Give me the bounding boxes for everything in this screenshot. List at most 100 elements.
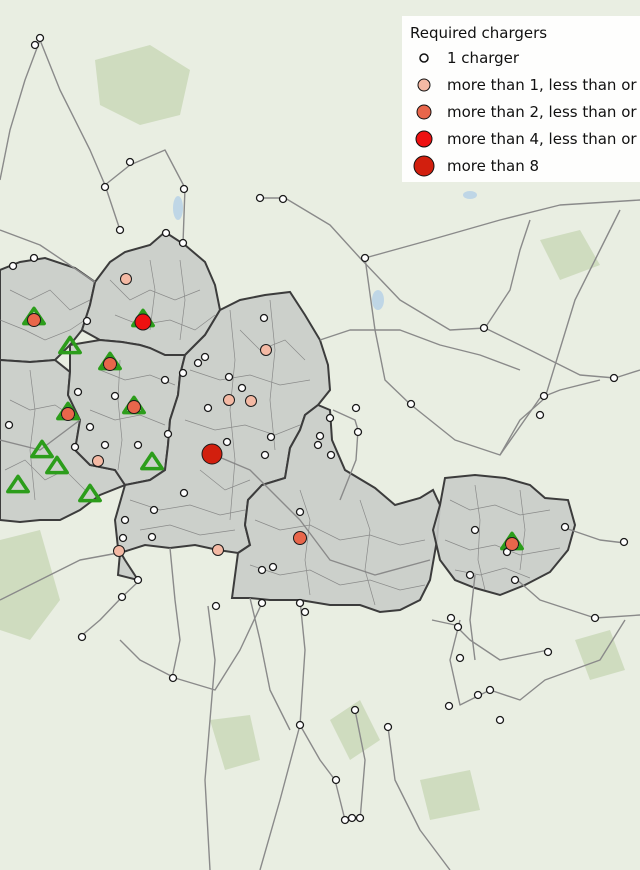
charger-marker[interactable] [179, 184, 189, 194]
charger-marker[interactable] [125, 157, 135, 167]
charger-marker[interactable] [350, 705, 360, 715]
charger-marker[interactable] [257, 565, 267, 575]
charger-marker[interactable] [70, 442, 80, 452]
charger-marker[interactable] [82, 316, 92, 326]
charger-marker[interactable] [479, 323, 489, 333]
charger-marker[interactable] [120, 273, 132, 285]
charger-marker[interactable] [103, 357, 117, 371]
charger-marker[interactable] [257, 598, 267, 608]
charger-marker[interactable] [326, 450, 336, 460]
charger-marker[interactable] [149, 505, 159, 515]
charger-marker[interactable] [260, 450, 270, 460]
charger-marker[interactable] [609, 373, 619, 383]
charger-marker[interactable] [160, 375, 170, 385]
charger-marker[interactable] [127, 400, 141, 414]
charger-marker[interactable] [193, 358, 203, 368]
charger-marker[interactable] [485, 685, 495, 695]
charger-marker[interactable] [406, 399, 416, 409]
charger-marker[interactable] [331, 775, 341, 785]
charger-marker[interactable] [293, 531, 307, 545]
charger-marker[interactable] [113, 545, 125, 557]
charger-marker[interactable] [117, 592, 127, 602]
charger-marker[interactable] [115, 225, 125, 235]
charger-marker[interactable] [179, 488, 189, 498]
charger-marker[interactable] [178, 238, 188, 248]
charger-marker[interactable] [120, 515, 130, 525]
charger-marker[interactable] [260, 344, 272, 356]
charger-marker[interactable] [223, 394, 235, 406]
charger-marker[interactable] [619, 537, 629, 547]
charger-marker[interactable] [178, 368, 188, 378]
charger-marker[interactable] [355, 813, 365, 823]
charger-marker[interactable] [278, 194, 288, 204]
charger-marker[interactable] [505, 537, 519, 551]
charger-marker[interactable] [347, 813, 357, 823]
charger-marker[interactable] [473, 690, 483, 700]
charger-marker[interactable] [110, 391, 120, 401]
charger-marker[interactable] [8, 261, 18, 271]
charger-marker[interactable] [133, 575, 143, 585]
charger-marker[interactable] [444, 701, 454, 711]
map-view[interactable]: Required chargers 1 charger more than 1,… [0, 0, 640, 870]
charger-marker[interactable] [77, 632, 87, 642]
charger-marker[interactable] [211, 601, 221, 611]
charger-marker[interactable] [100, 182, 110, 192]
charger-marker[interactable] [224, 372, 234, 382]
charger-marker[interactable] [470, 525, 480, 535]
charger-marker[interactable] [453, 622, 463, 632]
legend-panel: Required chargers 1 charger more than 1,… [402, 16, 640, 182]
charger-marker[interactable] [295, 507, 305, 517]
charger-marker[interactable] [560, 522, 570, 532]
charger-marker[interactable] [118, 533, 128, 543]
charger-marker[interactable] [383, 722, 393, 732]
charger-marker[interactable] [455, 653, 465, 663]
charger-marker[interactable] [73, 387, 83, 397]
charger-marker[interactable] [203, 403, 213, 413]
charger-marker[interactable] [27, 313, 41, 327]
charger-marker[interactable] [30, 40, 40, 50]
charger-marker[interactable] [245, 395, 257, 407]
charger-marker[interactable] [446, 613, 456, 623]
charger-marker[interactable] [315, 431, 325, 441]
charger-marker[interactable] [535, 410, 545, 420]
charger-marker[interactable] [300, 607, 310, 617]
charger-marker[interactable] [61, 407, 75, 421]
charger-marker[interactable] [295, 598, 305, 608]
charger-marker[interactable] [360, 253, 370, 263]
charger-marker[interactable] [100, 440, 110, 450]
charger-marker[interactable] [134, 313, 152, 331]
charger-marker[interactable] [510, 575, 520, 585]
charger-marker[interactable] [340, 815, 350, 825]
charger-marker[interactable] [351, 403, 361, 413]
charger-marker[interactable] [163, 429, 173, 439]
charger-marker[interactable] [590, 613, 600, 623]
charger-marker[interactable] [147, 532, 157, 542]
charger-marker[interactable] [495, 715, 505, 725]
charger-marker[interactable] [543, 647, 553, 657]
charger-marker[interactable] [92, 455, 104, 467]
charger-marker[interactable] [295, 720, 305, 730]
charger-marker[interactable] [4, 420, 14, 430]
charger-marker[interactable] [35, 33, 45, 43]
charger-marker[interactable] [353, 427, 363, 437]
charger-marker[interactable] [29, 253, 39, 263]
charger-marker[interactable] [212, 544, 224, 556]
charger-marker[interactable] [539, 391, 549, 401]
charger-marker[interactable] [85, 422, 95, 432]
charger-marker[interactable] [259, 313, 269, 323]
charger-marker[interactable] [325, 413, 335, 423]
charger-marker[interactable] [200, 352, 210, 362]
charger-marker[interactable] [222, 437, 232, 447]
charger-marker[interactable] [201, 443, 223, 465]
charger-marker[interactable] [168, 673, 178, 683]
legend-item-1-to-2: more than 1, less than or equal to 2 [410, 73, 640, 100]
charger-marker[interactable] [266, 432, 276, 442]
charger-marker[interactable] [313, 440, 323, 450]
charger-marker[interactable] [268, 562, 278, 572]
charger-marker[interactable] [161, 228, 171, 238]
charger-marker[interactable] [237, 383, 247, 393]
charger-marker[interactable] [255, 193, 265, 203]
charger-marker[interactable] [133, 440, 143, 450]
legend-item-more-than-8: more than 8 [410, 154, 640, 181]
charger-marker[interactable] [465, 570, 475, 580]
